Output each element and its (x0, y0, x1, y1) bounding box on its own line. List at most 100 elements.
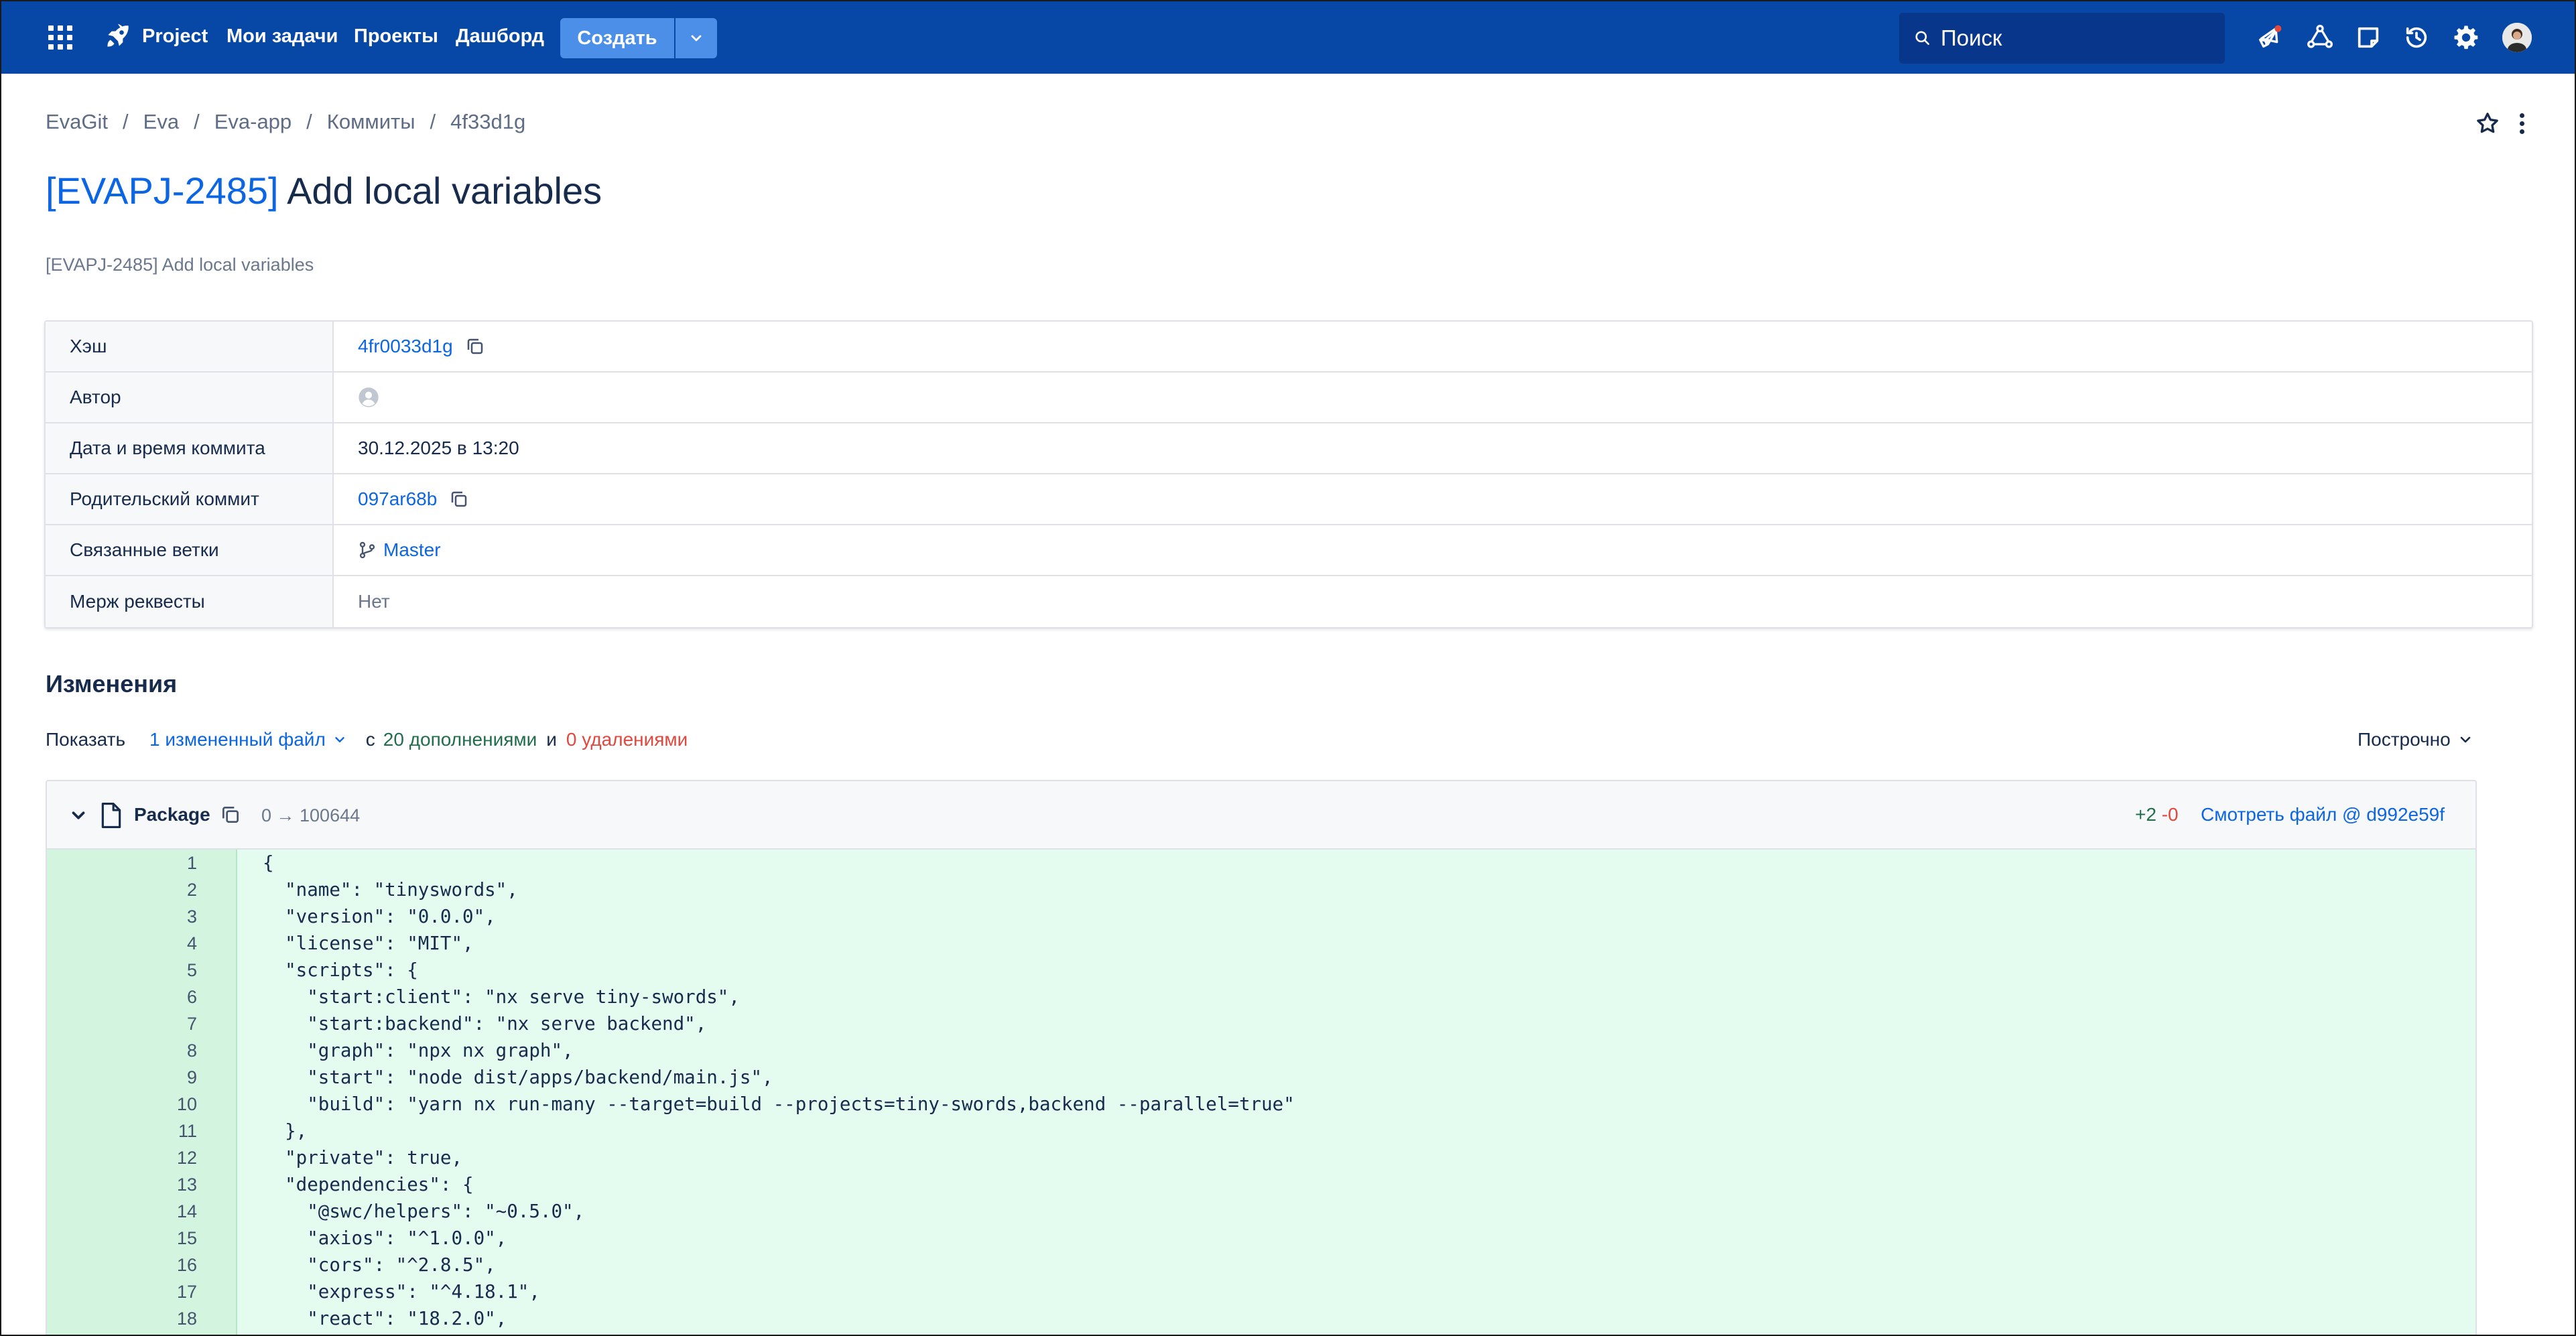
copy-icon[interactable] (220, 804, 241, 825)
branch-link[interactable]: Master (383, 539, 441, 561)
line-source: "react": "18.2.0", (263, 1308, 507, 1329)
code-line: 11 }, (47, 1118, 2475, 1144)
line-number: 5 (186, 959, 197, 980)
line-source: "version": "0.0.0", (263, 906, 496, 927)
code-line: 13 "dependencies": { (47, 1171, 2475, 1198)
line-number: 12 (176, 1147, 197, 1168)
note-icon (2358, 27, 2379, 48)
file-icon (101, 803, 121, 828)
branch-icon (359, 541, 375, 559)
line-source: "start:backend": "nx serve backend", (263, 1013, 707, 1034)
breadcrumb-commits[interactable]: Коммиты (327, 110, 415, 134)
history-button[interactable] (2402, 23, 2431, 52)
settings-button[interactable] (2451, 23, 2481, 52)
changed-files-label: 1 измененный файл (149, 729, 326, 750)
line-source: "license": "MIT", (263, 933, 474, 954)
nav-my-tasks[interactable]: Мои задачи (227, 25, 338, 48)
breadcrumb: EvaGit / Eva / Eva-app / Коммиты / 4f33d… (46, 110, 525, 134)
commit-hash-link[interactable]: 4fr0033d1g (358, 336, 453, 357)
line-number: 8 (186, 1040, 197, 1061)
line-number: 9 (186, 1067, 197, 1087)
code-line: 12 "private": true, (47, 1144, 2475, 1171)
line-number: 17 (176, 1281, 197, 1302)
info-label: Мерж реквесты (46, 576, 334, 627)
line-source: "dependencies": { (263, 1174, 474, 1195)
breadcrumb-current-commit[interactable]: 4f33d1g (450, 110, 525, 134)
integrations-button[interactable] (2305, 23, 2335, 52)
file-mode: 0 → 100644 (261, 805, 361, 825)
page-title: [EVAPJ-2485] Add local variables (46, 169, 602, 212)
info-value: 097ar68b (334, 474, 2532, 524)
user-photo-icon (2502, 23, 2532, 52)
collapse-chevron-icon[interactable] (68, 805, 88, 825)
copy-icon[interactable] (465, 336, 485, 356)
info-label: Автор (46, 373, 334, 422)
line-number: 16 (176, 1254, 197, 1275)
file-diff: Package 0 → 100644 +2 -0 Смотреть файл @… (46, 780, 2477, 1335)
line-number: 1 (186, 852, 197, 873)
info-row-date: Дата и время коммита 30.12.2025 в 13:20 (46, 423, 2532, 474)
search-icon (1915, 31, 1929, 45)
line-source: "express": "^4.18.1", (263, 1281, 540, 1302)
create-dropdown-button[interactable] (675, 18, 717, 58)
info-value: 4fr0033d1g (334, 322, 2532, 371)
info-row-author: Автор (46, 373, 2532, 423)
info-value: 30.12.2025 в 13:20 (358, 438, 519, 458)
issue-key-link[interactable]: [EVAPJ-2485] (46, 170, 279, 212)
favorite-button[interactable] (2474, 110, 2501, 137)
code-view: 1{2 "name": "tinyswords", 3 "version": "0… (47, 850, 2475, 1335)
view-mode-dropdown[interactable]: Построчно (2358, 729, 2473, 750)
more-dot-icon (2519, 129, 2524, 134)
info-value: Нет (358, 591, 390, 612)
file-stats: +2 -0 (2135, 804, 2179, 825)
breadcrumb-eva-app[interactable]: Eva-app (214, 110, 292, 134)
line-number: 14 (176, 1201, 197, 1221)
create-button[interactable]: Создать (560, 18, 674, 58)
code-line: 1{ (47, 850, 2475, 876)
top-navigation-bar: Project Мои задачи Проекты Дашборд Созда… (1, 1, 2575, 74)
line-source: "name": "tinyswords", (263, 879, 518, 900)
nav-dashboard[interactable]: Дашборд (456, 25, 544, 48)
code-lines: 1{2 "name": "tinyswords", 3 "version": "0… (47, 850, 2475, 1332)
deletions-count: 0 удалениями (566, 729, 688, 750)
code-line: 16 "cors": "^2.8.5", (47, 1252, 2475, 1278)
rocket-icon (107, 23, 129, 47)
breadcrumb-separator: / (194, 110, 200, 133)
search-box[interactable] (1899, 13, 2225, 64)
info-value: Master (334, 525, 2532, 575)
notes-button[interactable] (2354, 23, 2383, 52)
notifications-button[interactable] (2254, 23, 2284, 52)
line-number: 10 (176, 1093, 197, 1114)
line-source: }, (263, 1120, 308, 1142)
code-line: 4 "license": "MIT", (47, 930, 2475, 957)
product-logo[interactable]: Project (103, 21, 208, 51)
file-diff-header: Package 0 → 100644 +2 -0 Смотреть файл @… (47, 781, 2475, 850)
copy-icon[interactable] (449, 489, 469, 509)
view-mode-label: Построчно (2358, 729, 2451, 750)
info-row-branches: Связанные ветки Master (46, 525, 2532, 576)
additions-count: 20 дополнениями (383, 729, 537, 750)
commit-title-text: Add local variables (278, 170, 602, 212)
view-file-link[interactable]: Смотреть файл @ d992e59f (2201, 804, 2445, 825)
search-input[interactable] (1941, 25, 2209, 51)
more-actions-button[interactable] (2512, 110, 2532, 137)
code-line: 6 "start:client": "nx serve tiny-swords"… (47, 984, 2475, 1010)
app-switcher-icon[interactable] (48, 25, 72, 50)
changed-files-dropdown[interactable]: 1 измененный файл (149, 729, 347, 750)
nav-projects[interactable]: Проекты (354, 25, 438, 48)
line-number: 15 (176, 1227, 197, 1248)
parent-commit-link[interactable]: 097ar68b (358, 488, 437, 510)
code-line: 15 "axios": "^1.0.0", (47, 1225, 2475, 1252)
more-dot-icon (2519, 121, 2524, 126)
info-label: Хэш (46, 322, 334, 371)
breadcrumb-evagit[interactable]: EvaGit (46, 110, 108, 134)
app-window: Project Мои задачи Проекты Дашборд Созда… (0, 0, 2576, 1336)
line-number: 3 (186, 906, 197, 927)
breadcrumb-eva[interactable]: Eva (143, 110, 179, 134)
code-line: 7 "start:backend": "nx serve backend", (47, 1010, 2475, 1037)
user-avatar[interactable] (2502, 23, 2532, 52)
line-source: { (263, 852, 274, 874)
file-name: Package (134, 804, 210, 825)
changes-heading: Изменения (46, 670, 178, 697)
commit-message: [EVAPJ-2485] Add local variables (46, 255, 314, 275)
